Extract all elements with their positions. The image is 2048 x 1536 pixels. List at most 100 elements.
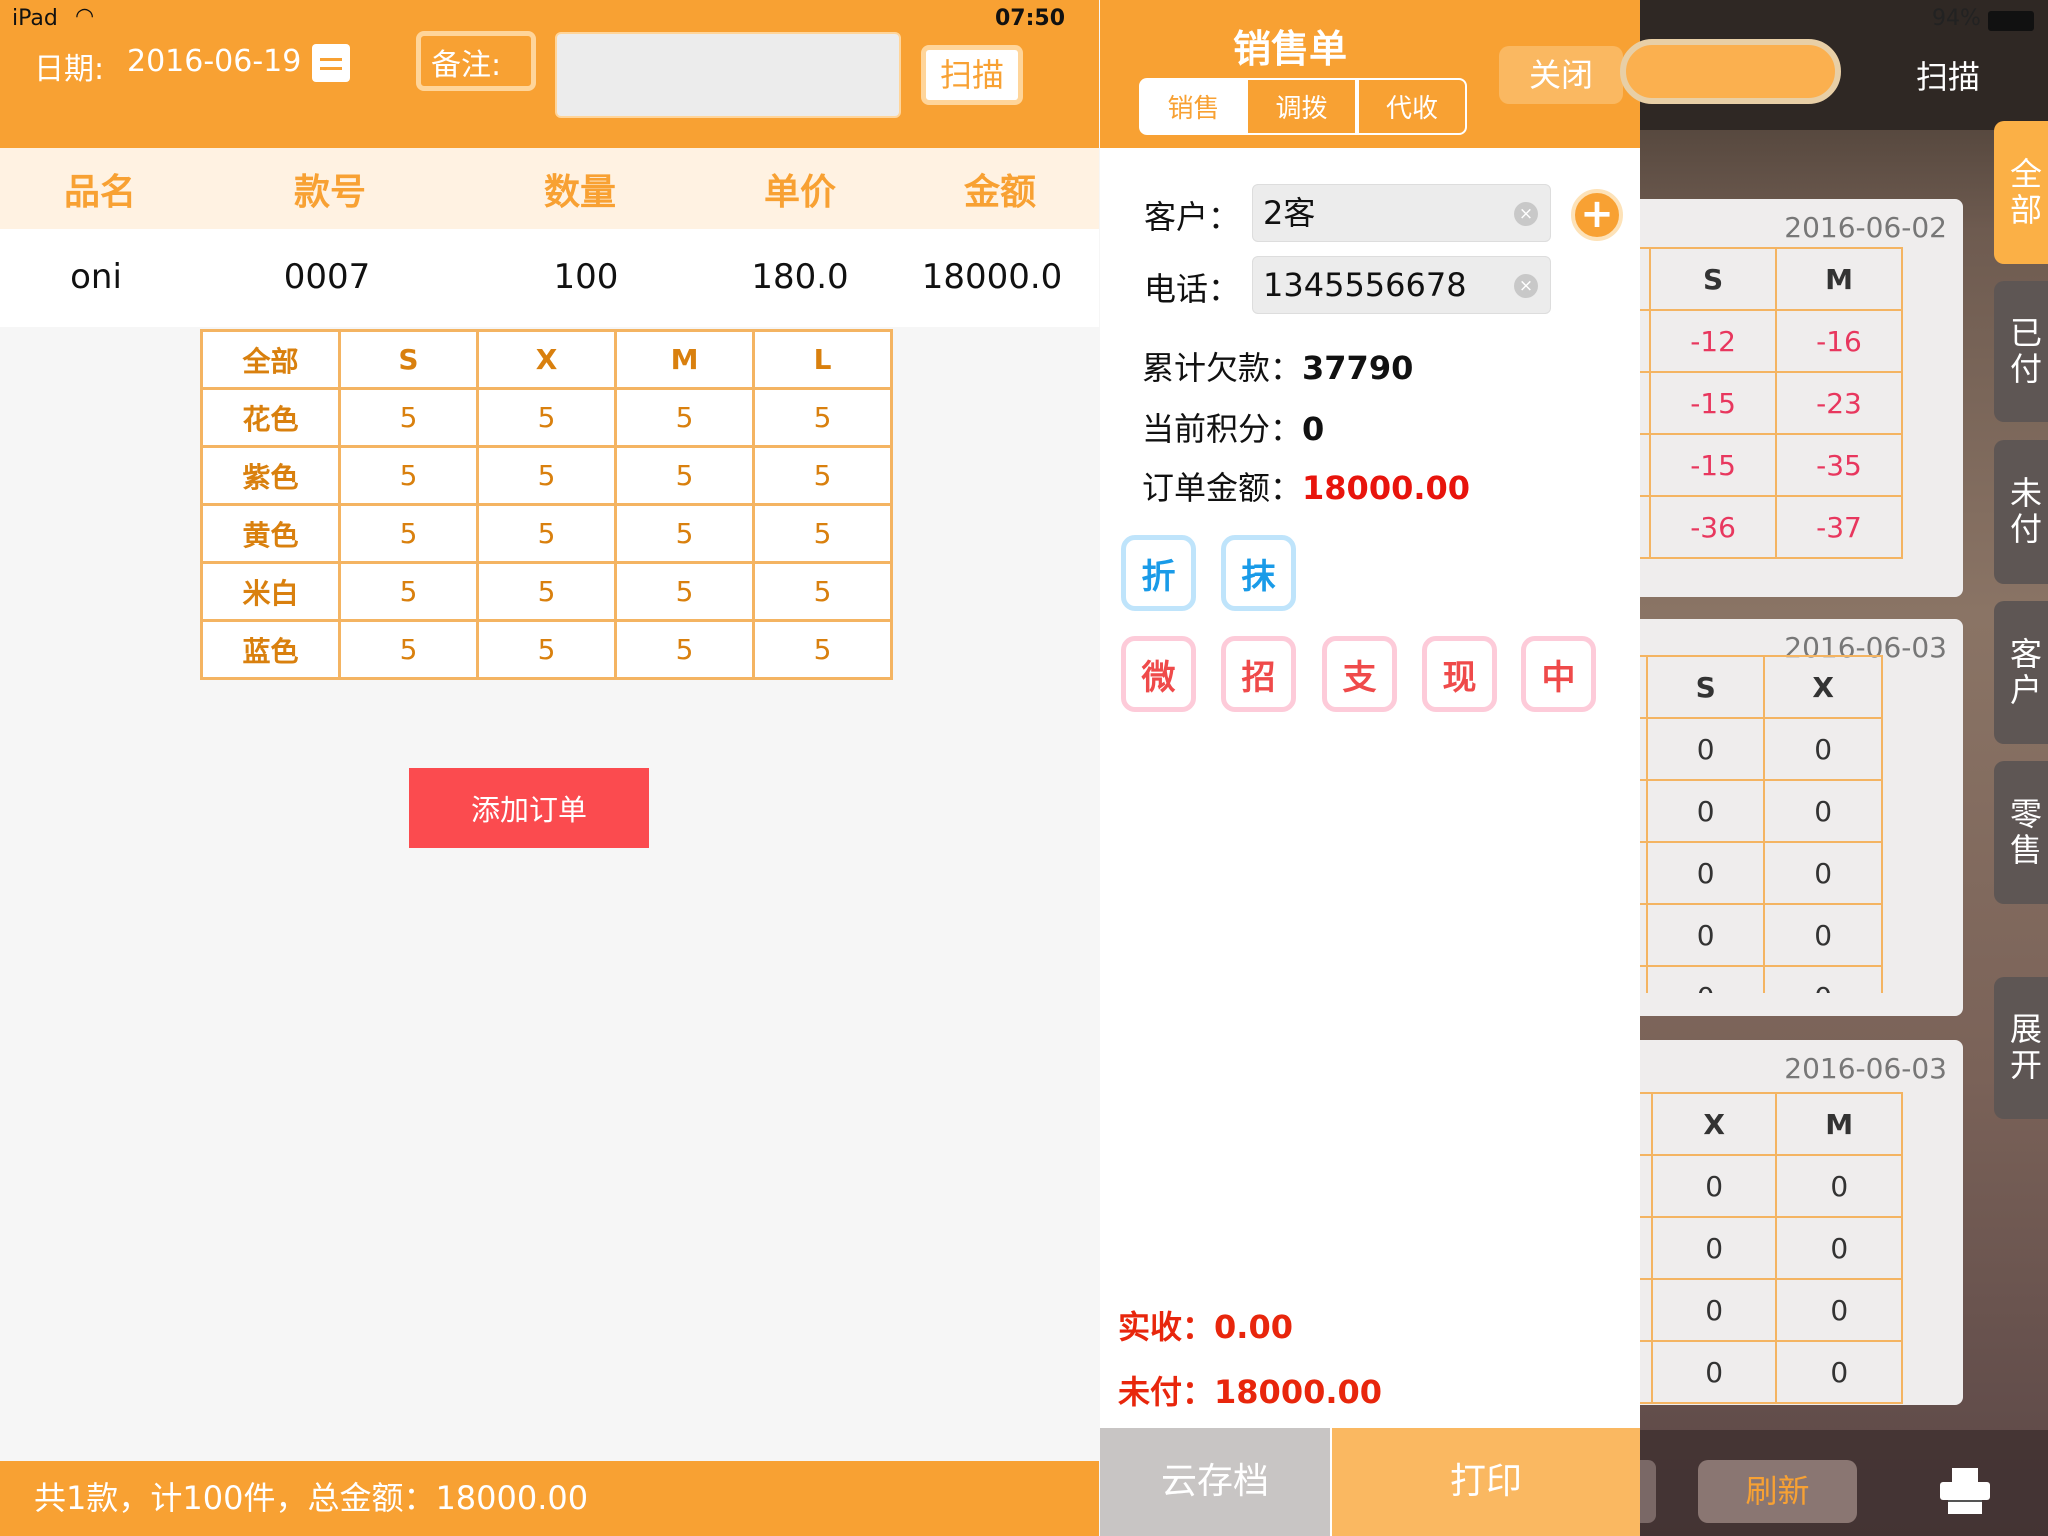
grid-cell: 黄色 [200,503,341,564]
order-card[interactable]: 2016-06-02 SM -12 -16 -15 -23 -15 -35 -36 -3… [1640,199,1963,597]
refresh-button[interactable]: 刷新 [1698,1460,1857,1523]
add-customer-icon[interactable]: + [1571,189,1623,241]
card-cell: 0 [1775,1216,1903,1280]
scan-button[interactable]: 扫描 [1916,52,1980,98]
side-tab-retail[interactable]: 零售 [1994,761,2048,904]
customer-label: 客户： [1144,198,1241,236]
card-cell: 0 [1775,1278,1903,1342]
close-button[interactable]: 关闭 [1499,46,1623,104]
grid-cell[interactable]: 5 [752,619,893,680]
card-cell: M [1775,247,1903,311]
points-row: 当前积分：0 [1142,404,1324,450]
card-table: SX 00 00 00 00 00 [1640,655,1883,993]
card-table: SM -12 -16 -15 -23 -15 -35 -36 -37 [1640,247,1903,559]
tab-transfer[interactable]: 调拨 [1248,78,1357,135]
card-cell: 0 [1646,779,1766,843]
side-tab-all[interactable]: 全部 [1994,121,2048,264]
date-label: 日期: [34,52,105,87]
device-label: iPad [12,6,58,31]
grid-cell[interactable]: 5 [614,445,755,506]
grid-cell[interactable]: M [614,329,755,390]
grid-cell[interactable]: 5 [338,503,479,564]
phone-input[interactable]: 1345556678 × [1252,256,1551,314]
grid-cell[interactable]: 全部 [200,329,341,390]
card-cell: S [1649,247,1778,311]
printer-icon[interactable] [1940,1468,1990,1514]
received-row: 实收：0.00 [1118,1302,1293,1348]
grid-cell[interactable]: 5 [752,503,893,564]
clock: 07:50 [995,6,1066,31]
card-cell: 0 [1646,965,1766,993]
phone-value: 1345556678 [1263,266,1467,304]
cash-button[interactable]: 现 [1422,636,1497,712]
grid-cell[interactable]: 5 [752,445,893,506]
round-off-button[interactable]: 抹 [1221,535,1296,611]
date-value[interactable]: 2016-06-19 [127,44,301,79]
phone-label: 电话： [1144,270,1241,308]
card-cell: 0 [1646,717,1766,781]
card-cell: 0 [1763,779,1883,843]
wifi-icon: ◠ [75,4,95,29]
order-title: 销售单 [1232,27,1347,71]
grid-cell[interactable]: 5 [476,387,617,448]
grid-cell[interactable]: 5 [476,503,617,564]
note-input[interactable] [555,32,901,118]
cloud-save-button[interactable]: 云存档 [1100,1428,1330,1536]
col-amount: 金额 [963,171,1037,213]
calendar-icon[interactable] [312,44,350,82]
bottom-button-partial[interactable] [1640,1460,1656,1523]
order-card[interactable]: 2016-06-03 XM 00 00 00 00 [1640,1040,1963,1405]
grid-row: 米白 5 5 5 5 [200,561,893,622]
unpaid-row: 未付：18000.00 [1118,1367,1382,1413]
grid-cell[interactable]: 5 [338,445,479,506]
tab-sales[interactable]: 销售 [1139,78,1248,135]
grid-cell[interactable]: X [476,329,617,390]
table-row[interactable]: oni 0007 100 180.0 18000.0 [0,229,1099,327]
print-button[interactable]: 打印 [1332,1428,1640,1536]
wechat-pay-button[interactable]: 微 [1121,636,1196,712]
side-tab-paid[interactable]: 已付 [1994,281,2048,422]
clear-icon[interactable]: × [1514,274,1538,298]
sales-order-panel: 销售单 销售 调拨 代收 关闭 客户： 2客 × + 电话： 1345556678… [1100,0,1640,1536]
grid-cell[interactable]: 5 [476,445,617,506]
card-cell: 0 [1775,1154,1903,1218]
search-bar[interactable] [1620,39,1841,104]
card-date: 2016-06-02 [1784,211,1947,244]
clear-icon[interactable]: × [1514,202,1538,226]
grid-cell[interactable]: 5 [476,619,617,680]
received-label: 实收： [1118,1308,1215,1346]
unpaid-value: 18000.00 [1214,1373,1383,1411]
alipay-button[interactable]: 支 [1322,636,1397,712]
cmb-pay-button[interactable]: 招 [1221,636,1296,712]
debt-label: 累计欠款： [1142,349,1303,387]
grid-cell[interactable]: 5 [752,561,893,622]
tab-collect[interactable]: 代收 [1357,78,1467,135]
cell-qty: 100 [553,257,619,297]
side-tab-expand[interactable]: 展开 [1994,977,2048,1119]
card-cell: -23 [1775,371,1903,435]
grid-row: 花色 5 5 5 5 [200,387,893,448]
side-tab-unpaid[interactable]: 未付 [1994,440,2048,584]
side-tab-customer[interactable]: 客户 [1994,601,2048,744]
grid-row: 紫色 5 5 5 5 [200,445,893,506]
grid-cell[interactable]: 5 [614,619,755,680]
grid-cell[interactable]: 5 [476,561,617,622]
grid-cell[interactable]: 5 [338,619,479,680]
order-card[interactable]: 2016-06-03 SX 00 00 00 00 00 [1640,619,1963,1016]
customer-input[interactable]: 2客 × [1252,184,1551,242]
add-order-button[interactable]: 添加订单 [409,768,649,848]
card-cell: 0 [1763,903,1883,967]
grid-cell[interactable]: 5 [614,561,755,622]
grid-cell[interactable]: S [338,329,479,390]
grid-cell[interactable]: L [752,329,893,390]
boc-pay-button[interactable]: 中 [1521,636,1596,712]
grid-cell[interactable]: 5 [614,503,755,564]
grid-cell[interactable]: 5 [338,387,479,448]
grid-row: 蓝色 5 5 5 5 [200,619,893,680]
grid-cell[interactable]: 5 [338,561,479,622]
grid-cell[interactable]: 5 [614,387,755,448]
grid-cell[interactable]: 5 [752,387,893,448]
discount-button[interactable]: 折 [1121,535,1196,611]
debt-value: 37790 [1302,349,1414,387]
scan-button[interactable]: 扫描 [921,45,1023,105]
